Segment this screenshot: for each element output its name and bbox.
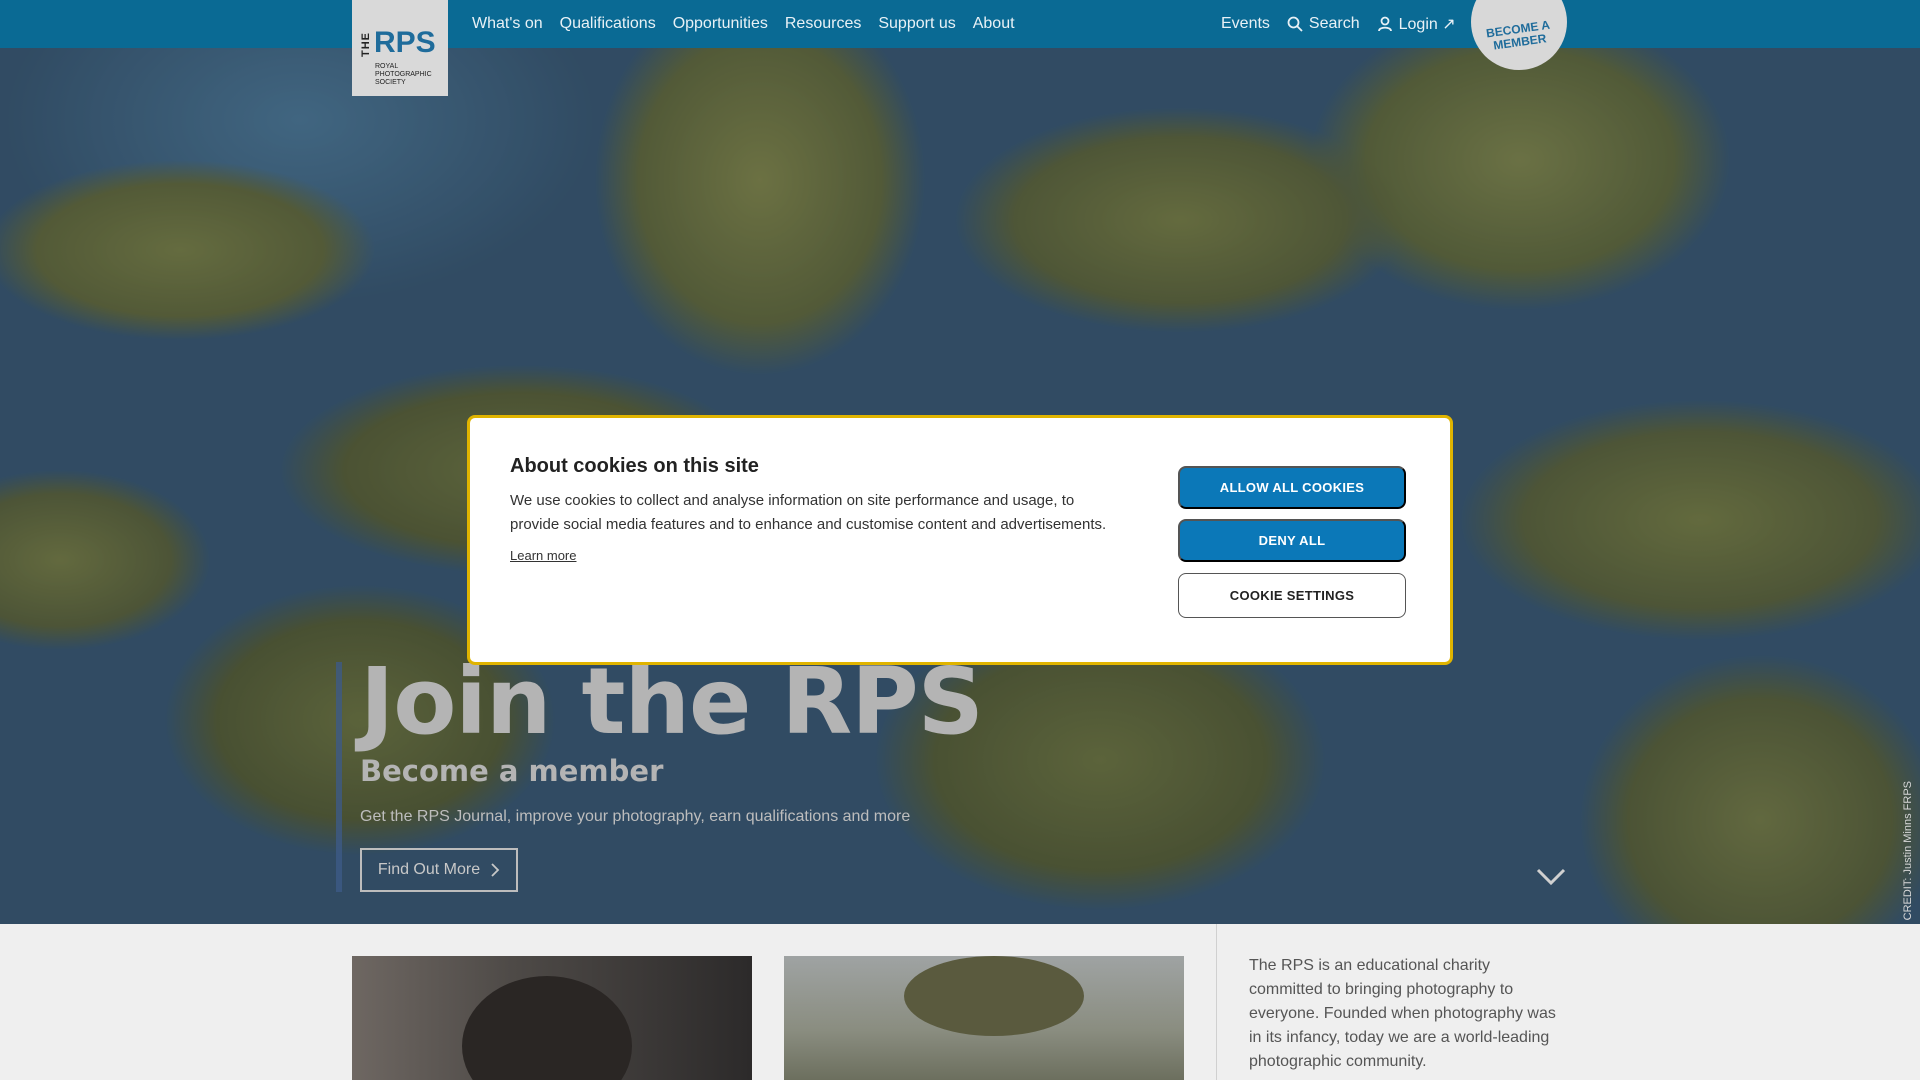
deny-all-button[interactable]: DENY ALL: [1178, 519, 1406, 562]
about-rps-text: The RPS is an educational charity commit…: [1249, 957, 1556, 1070]
nav-whats-on[interactable]: What's on: [472, 15, 543, 33]
cookie-dialog: About cookies on this site We use cookie…: [467, 415, 1453, 665]
login-link[interactable]: Login ↗: [1377, 14, 1456, 34]
allow-all-cookies-button[interactable]: ALLOW ALL COOKIES: [1178, 466, 1406, 509]
search-icon: [1287, 16, 1303, 32]
chevron-down-icon: [1536, 868, 1566, 886]
find-out-more-label: Find Out More: [377, 861, 481, 878]
find-out-more-button[interactable]: Find Out More: [360, 848, 518, 892]
user-icon: [1377, 16, 1392, 32]
nav-about[interactable]: About: [973, 15, 1015, 33]
cookie-settings-button[interactable]: COOKIE SETTINGS: [1178, 573, 1406, 618]
main-menu: What's on Qualifications Opportunities R…: [472, 0, 1015, 48]
hero-subtitle: Become a member: [360, 754, 664, 788]
column-divider: [1216, 924, 1217, 1080]
chevron-right-icon: [491, 863, 500, 877]
rps-logo[interactable]: THE RPS ROYAL PHOTOGRAPHIC SOCIETY: [352, 0, 448, 96]
landscape-card-image[interactable]: [784, 956, 1184, 1080]
portrait-card-image[interactable]: [352, 956, 752, 1080]
scroll-down-button[interactable]: [1536, 868, 1566, 891]
cookie-dialog-title: About cookies on this site: [510, 455, 759, 477]
logo-rps: RPS: [374, 26, 436, 59]
search-label: Search: [1308, 15, 1360, 32]
learn-more-link[interactable]: Learn more: [510, 548, 576, 563]
nav-events[interactable]: Events: [1221, 15, 1270, 33]
nav-qualifications[interactable]: Qualifications: [560, 15, 656, 33]
cookie-dialog-body: We use cookies to collect and analyse in…: [510, 492, 1107, 533]
image-credit: CREDIT: Justin Minns FRPS: [1902, 780, 1914, 920]
become-member-label: BECOME A MEMBER: [1485, 17, 1551, 53]
search-button[interactable]: Search: [1287, 15, 1360, 33]
logo-subtitle: ROYAL PHOTOGRAPHIC SOCIETY: [375, 63, 432, 86]
login-label: Login ↗: [1398, 16, 1456, 33]
nav-support-us[interactable]: Support us: [878, 15, 955, 33]
logo-the: THE: [360, 32, 372, 57]
hero-description: Get the RPS Journal, improve your photog…: [360, 808, 911, 825]
utility-menu: Events Search Login ↗: [1221, 0, 1456, 48]
hero-accent-bar: [336, 662, 342, 892]
nav-opportunities[interactable]: Opportunities: [673, 15, 768, 33]
nav-resources[interactable]: Resources: [785, 15, 861, 33]
